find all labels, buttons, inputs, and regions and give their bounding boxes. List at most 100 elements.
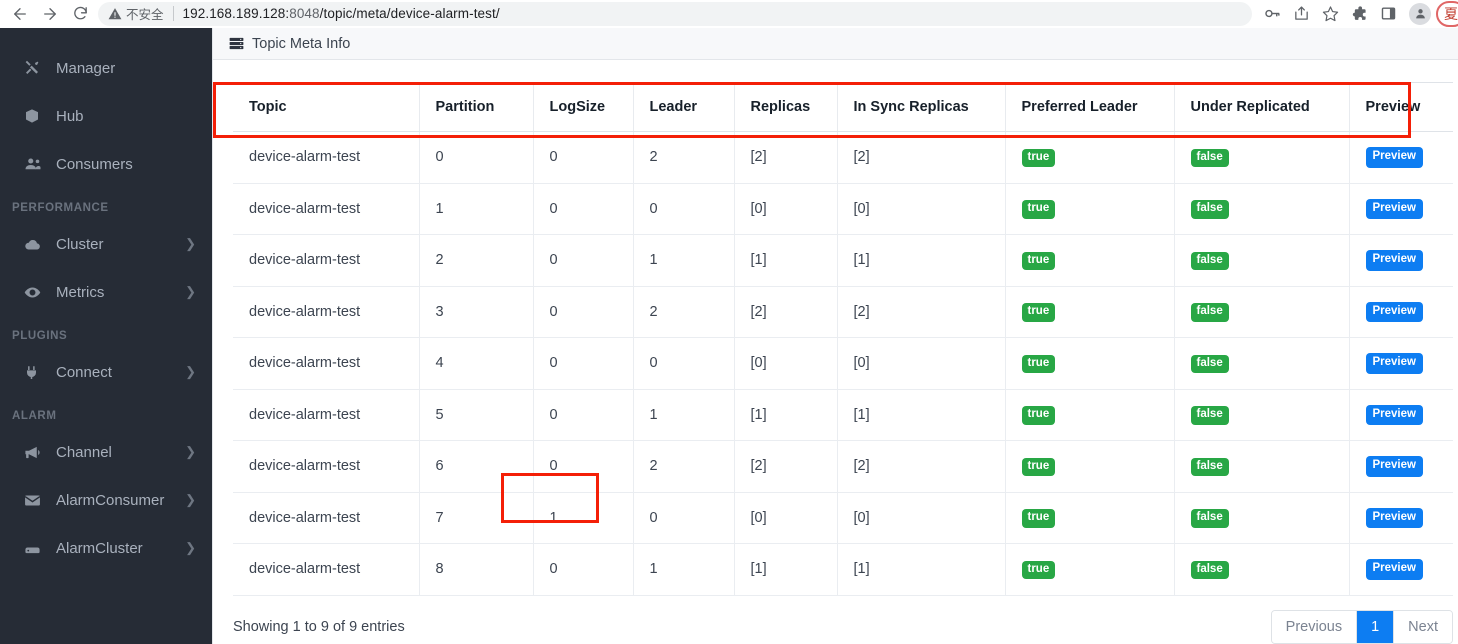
extensions-icon[interactable]	[1345, 2, 1373, 26]
sidebar-item-hub[interactable]: Hub	[0, 92, 212, 140]
cell-partition: 5	[418, 389, 533, 441]
cell-replicas: [2]	[733, 286, 837, 338]
column-header-leader[interactable]: Leader	[632, 82, 734, 132]
sidebar-item-connect[interactable]: Connect ❯	[0, 348, 212, 396]
preview-button[interactable]: Preview	[1365, 250, 1423, 271]
column-header-in-sync-replicas[interactable]: In Sync Replicas	[836, 82, 1005, 132]
column-header-logsize[interactable]: LogSize	[532, 82, 633, 132]
cell-in-sync-replicas: [0]	[836, 492, 1005, 544]
cell-topic: device-alarm-test	[233, 492, 419, 544]
table-head: Topic Partition LogSize Leader Replicas …	[233, 82, 1453, 132]
preview-button[interactable]: Preview	[1365, 559, 1423, 580]
cell-replicas: [1]	[733, 543, 837, 596]
cell-in-sync-replicas: [1]	[836, 543, 1005, 596]
share-icon[interactable]	[1287, 2, 1315, 26]
column-header-replicas[interactable]: Replicas	[733, 82, 837, 132]
preview-button[interactable]: Preview	[1365, 404, 1423, 425]
sidebar-item-cluster[interactable]: Cluster ❯	[0, 220, 212, 268]
plug-icon	[24, 365, 48, 380]
bullhorn-icon	[24, 444, 48, 461]
status-badge-preferred-leader: true	[1021, 560, 1056, 579]
side-panel-icon[interactable]	[1374, 2, 1402, 26]
status-badge-preferred-leader: true	[1021, 251, 1056, 270]
table-row: device-alarm-test 1 0 0 [0] [0] true false Previ…	[233, 183, 1453, 235]
cloud-icon	[24, 236, 48, 253]
cell-preferred-leader: true	[1004, 183, 1174, 235]
cell-topic: device-alarm-test	[233, 389, 419, 441]
main-content: Topic Meta Info Topic Partition LogSize …	[212, 28, 1458, 644]
star-icon[interactable]	[1316, 2, 1344, 26]
sidebar-item-alarmconsumer[interactable]: AlarmConsumer ❯	[0, 476, 212, 524]
sidebar-item-alarmcluster[interactable]: AlarmCluster ❯	[0, 524, 212, 572]
cell-topic: device-alarm-test	[233, 286, 419, 338]
cell-logsize: 0	[532, 337, 633, 390]
cell-leader: 0	[632, 337, 734, 390]
cell-in-sync-replicas: [2]	[836, 131, 1005, 184]
envelope-icon	[24, 492, 48, 509]
preview-button[interactable]: Preview	[1365, 147, 1423, 168]
cell-preview: Preview	[1348, 337, 1453, 390]
pagination: Previous 1 Next	[1270, 609, 1453, 644]
server-icon	[24, 540, 48, 557]
profile-name-chip[interactable]: 夏	[1436, 0, 1458, 27]
reload-button[interactable]	[66, 2, 94, 26]
column-header-preferred-leader[interactable]: Preferred Leader	[1004, 82, 1174, 132]
cell-leader: 2	[632, 440, 734, 493]
cell-preferred-leader: true	[1004, 440, 1174, 493]
preview-button[interactable]: Preview	[1365, 353, 1423, 374]
sidebar-item-consumers[interactable]: Consumers	[0, 140, 212, 188]
cell-partition: 1	[418, 183, 533, 235]
sidebar-item-channel[interactable]: Channel ❯	[0, 428, 212, 476]
pagination-previous[interactable]: Previous	[1271, 610, 1358, 643]
pagination-page-1[interactable]: 1	[1357, 610, 1395, 643]
profile-avatar-icon[interactable]	[1409, 2, 1431, 25]
address-bar[interactable]: 不安全 192.168.189.128:8048/topic/meta/devi…	[98, 1, 1252, 26]
column-header-topic[interactable]: Topic	[233, 82, 419, 132]
cell-logsize: 1	[532, 492, 633, 544]
warning-triangle-icon	[108, 7, 122, 21]
status-badge-under-replicated: false	[1190, 251, 1229, 270]
cell-preferred-leader: true	[1004, 286, 1174, 338]
cell-under-replicated: false	[1173, 440, 1349, 493]
key-icon[interactable]	[1258, 2, 1286, 26]
column-header-under-replicated[interactable]: Under Replicated	[1173, 82, 1349, 132]
cell-leader: 2	[632, 286, 734, 338]
forward-button[interactable]	[36, 2, 64, 26]
sidebar-item-label: Manager	[56, 59, 116, 77]
sidebar-item-manager[interactable]: Manager	[0, 44, 212, 92]
table-container: Topic Partition LogSize Leader Replicas …	[213, 60, 1458, 596]
cube-icon	[24, 108, 48, 124]
status-badge-preferred-leader: true	[1021, 200, 1056, 219]
preview-button[interactable]: Preview	[1365, 301, 1423, 322]
cell-in-sync-replicas: [0]	[836, 337, 1005, 390]
card-header: Topic Meta Info	[213, 28, 1458, 60]
server-rack-icon	[229, 36, 244, 51]
cell-topic: device-alarm-test	[233, 337, 419, 390]
back-button[interactable]	[6, 2, 34, 26]
cell-replicas: [2]	[733, 131, 837, 184]
table-row: device-alarm-test 3 0 2 [2] [2] true false Previ…	[233, 286, 1453, 338]
cell-replicas: [2]	[733, 440, 837, 493]
chevron-right-icon: ❯	[185, 492, 196, 507]
cell-under-replicated: false	[1173, 286, 1349, 338]
table-footer: Showing 1 to 9 of 9 entries Previous 1 N…	[213, 596, 1458, 644]
tools-icon	[24, 60, 48, 76]
chevron-right-icon: ❯	[185, 284, 196, 299]
status-badge-under-replicated: false	[1190, 406, 1229, 425]
preview-button[interactable]: Preview	[1365, 198, 1423, 219]
column-header-partition[interactable]: Partition	[418, 82, 533, 132]
column-header-preview[interactable]: Preview	[1348, 82, 1453, 132]
cell-logsize: 0	[532, 286, 633, 338]
cell-under-replicated: false	[1173, 492, 1349, 544]
sidebar-item-metrics[interactable]: Metrics ❯	[0, 268, 212, 316]
preview-button[interactable]: Preview	[1365, 456, 1423, 477]
cell-logsize: 0	[532, 183, 633, 235]
cell-in-sync-replicas: [0]	[836, 183, 1005, 235]
cell-under-replicated: false	[1173, 337, 1349, 390]
cell-partition: 2	[418, 234, 533, 287]
cell-partition: 7	[418, 492, 533, 544]
status-badge-preferred-leader: true	[1021, 509, 1056, 528]
sidebar-section-alarm: ALARM	[12, 410, 57, 422]
preview-button[interactable]: Preview	[1365, 507, 1423, 528]
pagination-next[interactable]: Next	[1394, 610, 1452, 643]
